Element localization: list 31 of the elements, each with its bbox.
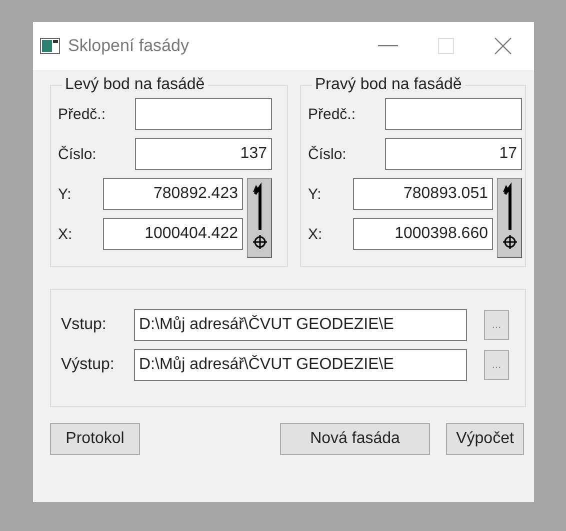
field-label: Předč.: xyxy=(308,106,357,122)
input-field[interactable]: 780893.051 xyxy=(353,178,493,210)
input-field[interactable]: 780892.423 xyxy=(103,178,243,210)
path-field[interactable]: D:\Můj adresář\ČVUT GEODEZIE\E xyxy=(134,309,467,341)
group-title: Pravý bod na fasádě xyxy=(314,76,463,94)
close-icon[interactable] xyxy=(494,37,512,55)
window-title: Sklopení fasády xyxy=(68,36,189,56)
group-title: Levý bod na fasádě xyxy=(64,76,206,94)
field-label: Číslo: xyxy=(58,146,98,162)
field-label: Vstup: xyxy=(61,316,108,334)
action-button[interactable]: Výpočet xyxy=(446,423,524,455)
window-icon xyxy=(40,38,60,54)
input-field[interactable]: 1000404.422 xyxy=(103,218,243,250)
pick-point-button[interactable] xyxy=(247,178,272,258)
field-label: Číslo: xyxy=(308,146,348,162)
field-label: Výstup: xyxy=(61,356,116,374)
field-label: Předč.: xyxy=(58,106,107,122)
pick-point-button[interactable] xyxy=(497,178,522,258)
field-label: X: xyxy=(308,226,324,242)
minimize-icon[interactable] xyxy=(378,45,398,47)
input-field[interactable]: 17 xyxy=(385,138,522,170)
input-field[interactable]: 137 xyxy=(135,138,272,170)
field-label: X: xyxy=(58,226,74,242)
action-button[interactable]: Protokol xyxy=(50,423,140,455)
input-field[interactable] xyxy=(385,98,522,130)
input-field[interactable] xyxy=(135,98,272,130)
path-field[interactable]: D:\Můj adresář\ČVUT GEODEZIE\E xyxy=(134,349,467,381)
field-label: Y: xyxy=(58,186,72,202)
action-button[interactable]: Nová fasáda xyxy=(280,423,430,455)
field-label: Y: xyxy=(308,186,322,202)
input-field[interactable]: 1000398.660 xyxy=(353,218,493,250)
